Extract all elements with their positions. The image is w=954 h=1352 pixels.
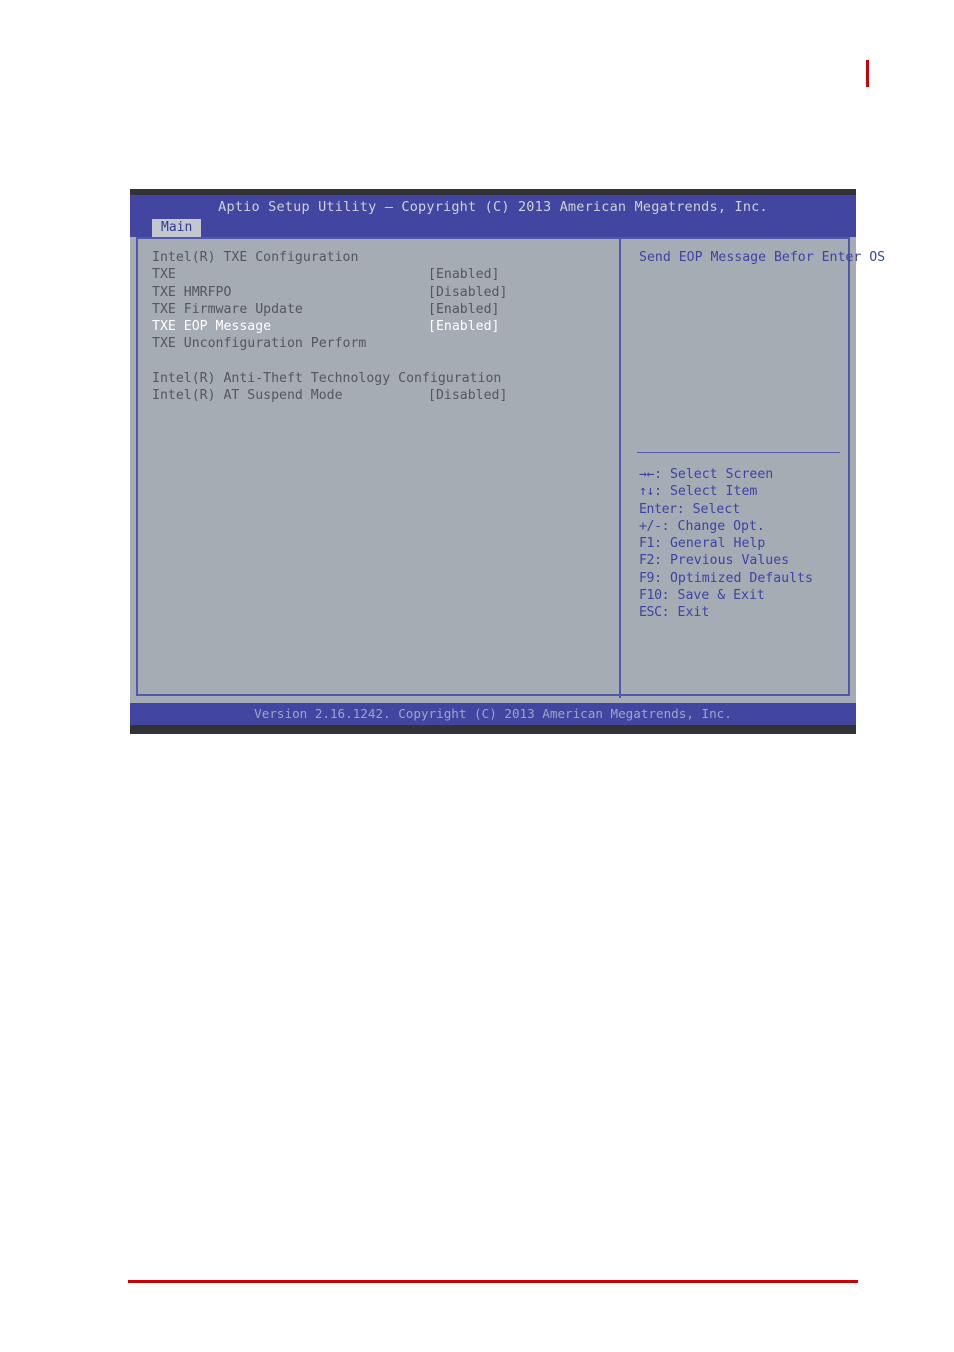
- key-legend-keys: ↑↓: [639, 484, 655, 500]
- setting-value[interactable]: [Enabled]: [428, 301, 499, 318]
- bios-version-footer: Version 2.16.1242. Copyright (C) 2013 Am…: [130, 703, 856, 725]
- help-pane: Send EOP Message Befor Enter OS →←: Sele…: [631, 239, 886, 698]
- key-legend: →←: Select Screen ↑↓: Select Item Enter:…: [639, 466, 844, 622]
- setting-label: TXE Firmware Update: [152, 301, 303, 317]
- setting-label: TXE Unconfiguration Perform: [152, 336, 367, 352]
- key-legend-select-screen: →←: Select Screen: [639, 466, 844, 483]
- key-legend-keys: →←: [639, 467, 655, 482]
- key-legend-enter-select: Enter: Select: [639, 501, 844, 518]
- setting-value[interactable]: [Enabled]: [428, 318, 499, 335]
- key-legend-keys: Enter: [639, 501, 677, 517]
- key-legend-save-and-exit: F10: Save & Exit: [639, 587, 844, 604]
- help-separator-line: [637, 452, 840, 453]
- settings-row-txe-eop-message[interactable]: TXE EOP Message [Enabled]: [152, 318, 607, 335]
- tab-main[interactable]: Main: [152, 219, 202, 237]
- page-header-red-tick: [866, 60, 869, 87]
- key-legend-action: Exit: [677, 605, 710, 621]
- key-legend-keys: F1: [639, 536, 655, 552]
- key-legend-keys: ESC: [639, 605, 662, 621]
- key-legend-action: Previous Values: [669, 553, 790, 569]
- key-legend-keys: +/-: [639, 518, 662, 534]
- bios-body: Intel(R) TXE Configuration TXE [Enabled]…: [130, 237, 886, 701]
- key-legend-keys: F10: [639, 588, 662, 604]
- key-legend-separator: :: [661, 518, 678, 534]
- key-legend-keys: F2: [639, 553, 655, 569]
- key-legend-change-opt: +/-: Change Opt.: [639, 518, 844, 535]
- bios-tab-strip: Main: [130, 219, 856, 237]
- setting-label: Intel(R) AT Suspend Mode: [152, 388, 343, 404]
- key-legend-action: Change Opt.: [677, 518, 765, 534]
- key-legend-separator: :: [654, 553, 670, 569]
- setting-value[interactable]: [Enabled]: [428, 266, 499, 283]
- key-legend-separator: :: [654, 484, 670, 500]
- setting-label: Intel(R) TXE Configuration: [152, 250, 359, 265]
- key-legend-action: Optimized Defaults: [669, 570, 813, 586]
- page-footer-red-rule: [128, 1280, 858, 1283]
- settings-row-txe-unconfiguration-perform[interactable]: TXE Unconfiguration Perform: [152, 335, 607, 352]
- setting-value[interactable]: [Disabled]: [428, 387, 507, 404]
- settings-row-txe-configuration-heading: Intel(R) TXE Configuration: [152, 249, 607, 266]
- bios-title-bar: Aptio Setup Utility – Copyright (C) 2013…: [130, 195, 856, 219]
- key-legend-exit: ESC: Exit: [639, 604, 844, 621]
- setting-label: TXE HMRFPO: [152, 284, 232, 300]
- key-legend-separator: :: [676, 501, 693, 517]
- setting-label: TXE: [152, 267, 176, 283]
- settings-row-anti-theft-heading: Intel(R) Anti-Theft Technology Configura…: [152, 370, 607, 387]
- key-legend-separator: :: [654, 570, 670, 586]
- key-legend-separator: :: [654, 467, 670, 482]
- setting-value[interactable]: [Disabled]: [428, 284, 507, 301]
- settings-row-spacer: [152, 353, 607, 370]
- key-legend-action: Select Screen: [669, 467, 774, 482]
- window-bottom-edge: [130, 725, 856, 734]
- settings-row-txe-hmrfpo[interactable]: TXE HMRFPO [Disabled]: [152, 284, 607, 301]
- key-legend-separator: :: [661, 605, 678, 621]
- key-legend-general-help: F1: General Help: [639, 535, 844, 552]
- key-legend-select-item: ↑↓: Select Item: [639, 483, 844, 500]
- key-legend-separator: :: [654, 536, 670, 552]
- panel-vertical-divider: [619, 239, 621, 698]
- setting-label: Intel(R) Anti-Theft Technology Configura…: [152, 371, 502, 387]
- setting-label: TXE EOP Message: [152, 319, 272, 335]
- key-legend-action: Select Item: [669, 484, 758, 500]
- key-legend-action: Save & Exit: [677, 588, 765, 604]
- key-legend-separator: :: [661, 588, 678, 604]
- key-legend-keys: F9: [639, 570, 655, 586]
- bios-content-panel: Intel(R) TXE Configuration TXE [Enabled]…: [136, 237, 886, 698]
- key-legend-action: General Help: [669, 536, 766, 552]
- help-description-text: Send EOP Message Befor Enter OS: [639, 250, 886, 265]
- key-legend-optimized-defaults: F9: Optimized Defaults: [639, 570, 844, 587]
- key-legend-action: Select: [692, 501, 741, 517]
- bios-setup-window: Aptio Setup Utility – Copyright (C) 2013…: [130, 189, 886, 734]
- settings-list: Intel(R) TXE Configuration TXE [Enabled]…: [152, 249, 607, 405]
- settings-row-txe[interactable]: TXE [Enabled]: [152, 266, 607, 283]
- settings-row-txe-firmware-update[interactable]: TXE Firmware Update [Enabled]: [152, 301, 607, 318]
- settings-row-at-suspend-mode[interactable]: Intel(R) AT Suspend Mode [Disabled]: [152, 387, 607, 404]
- key-legend-previous-values: F2: Previous Values: [639, 552, 844, 569]
